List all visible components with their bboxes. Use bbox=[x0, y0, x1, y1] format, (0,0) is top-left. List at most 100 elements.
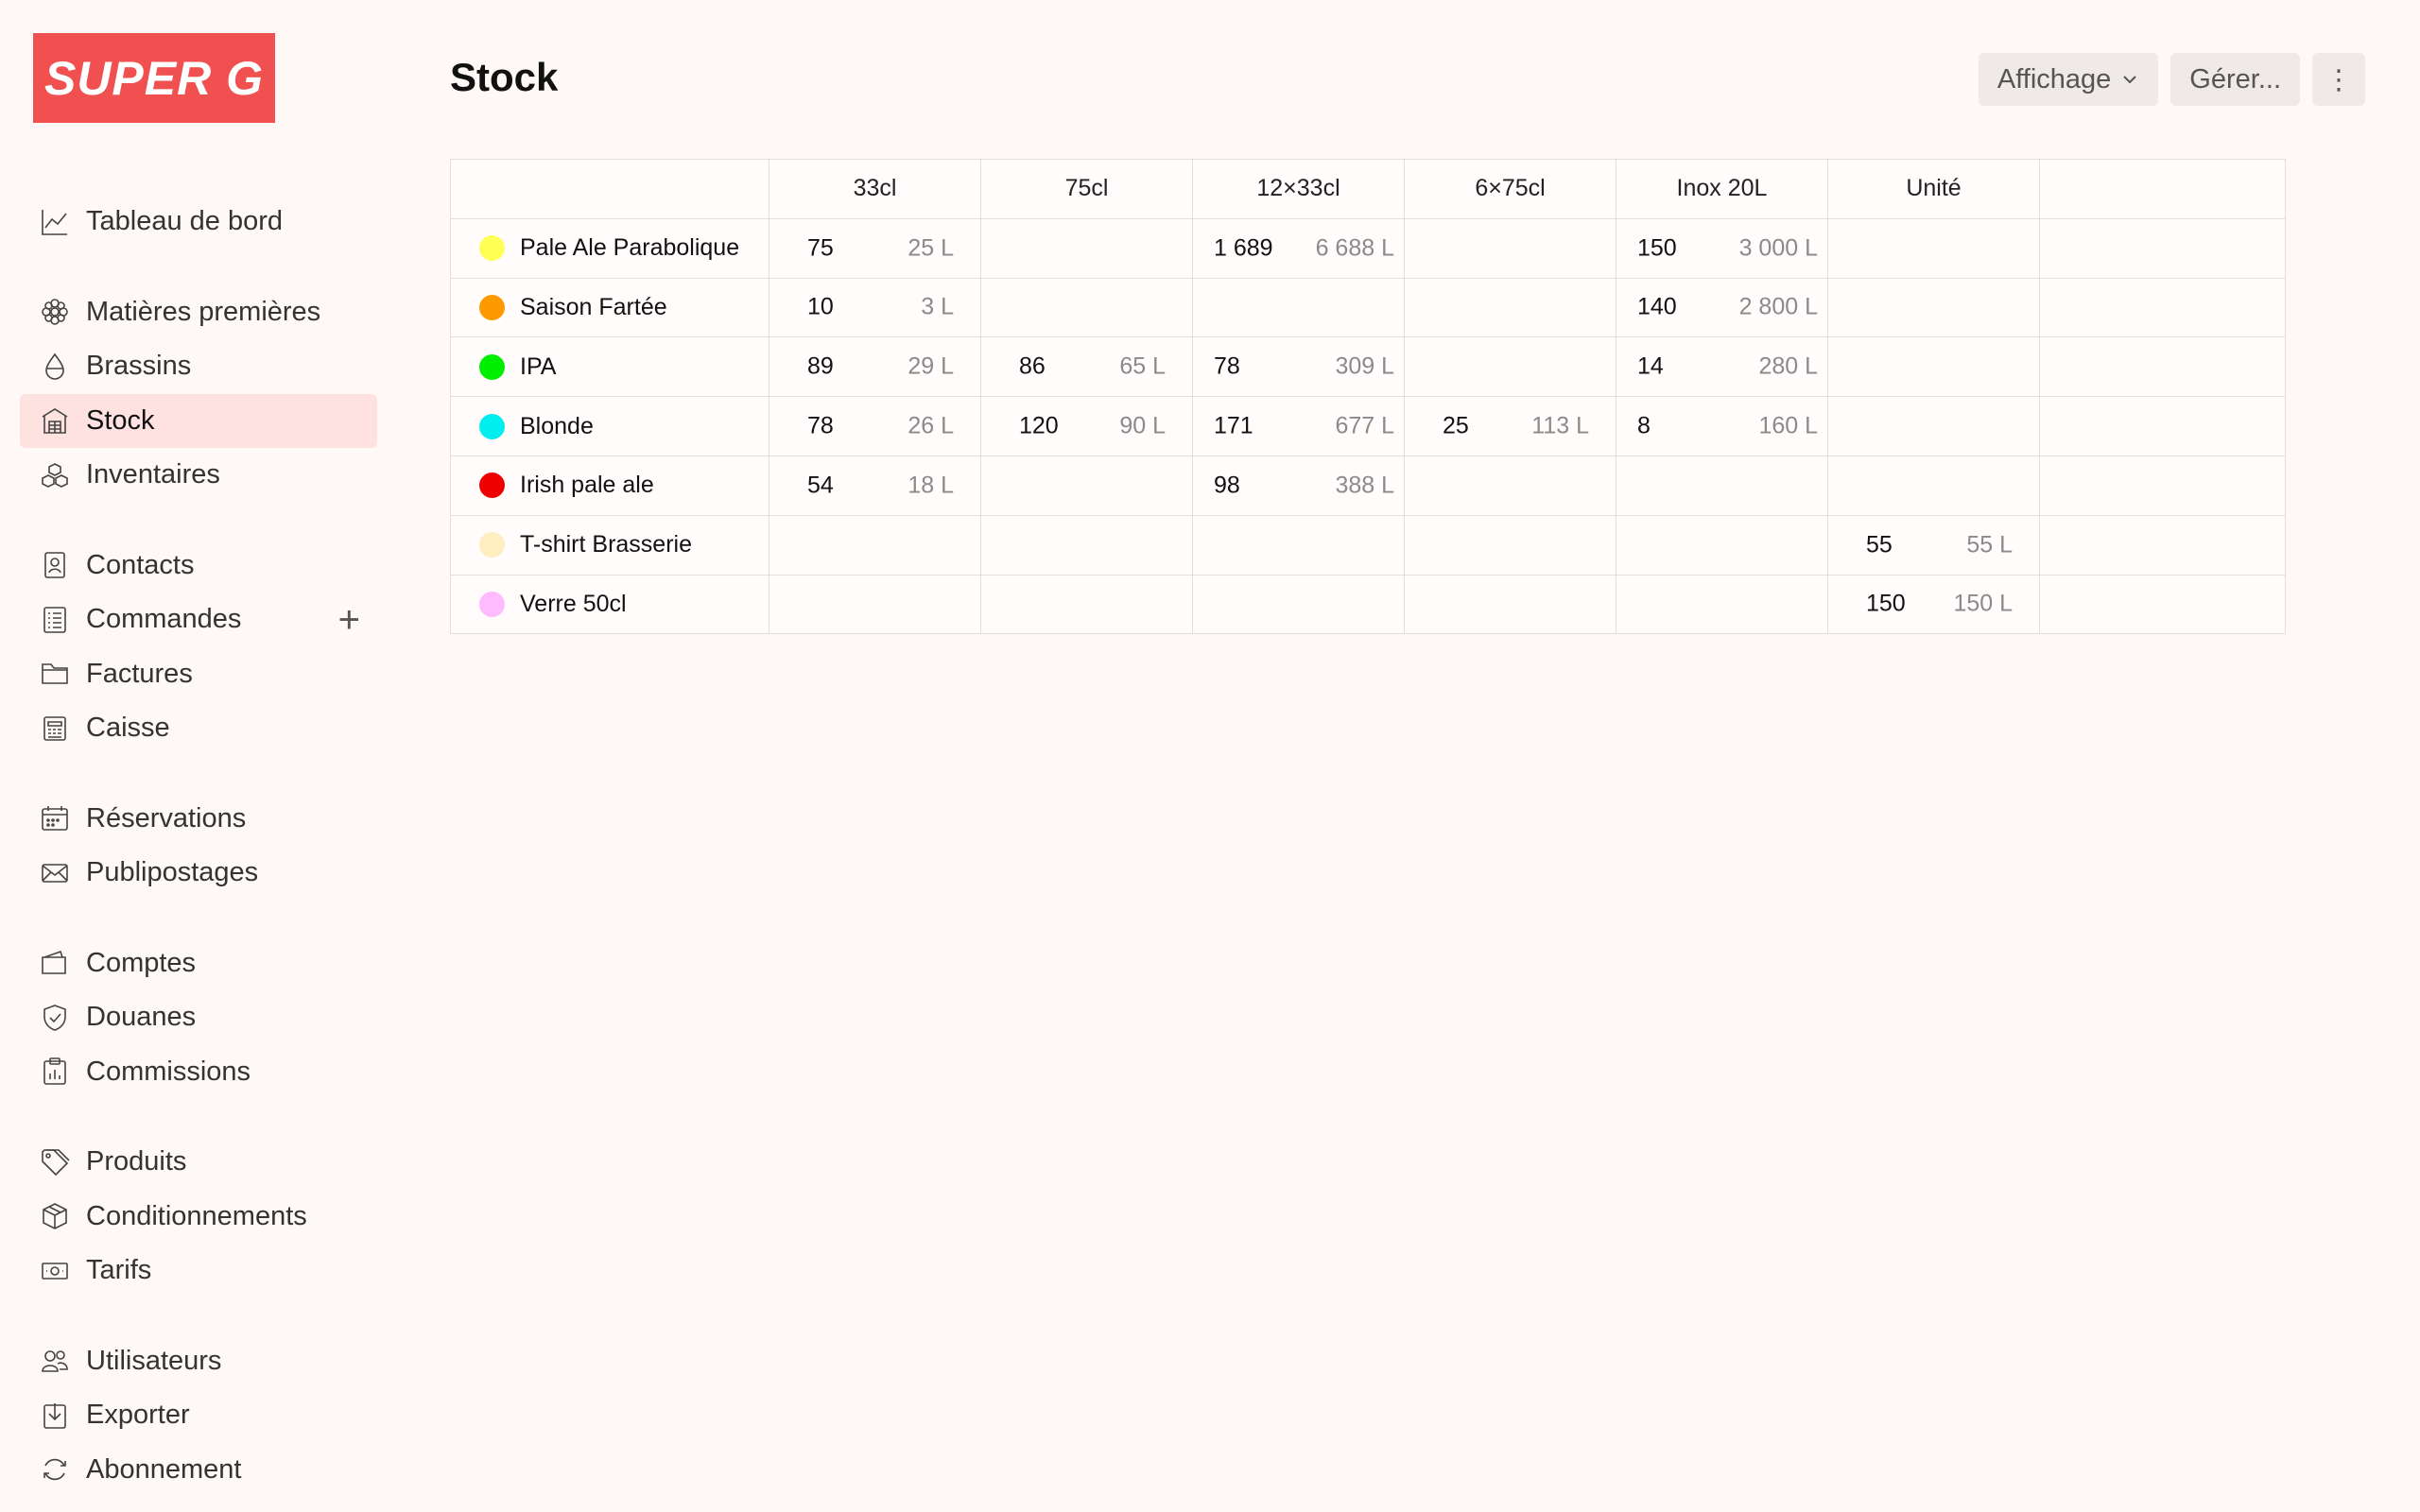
stock-cell[interactable] bbox=[1404, 277, 1616, 338]
product-name-cell[interactable]: T-shirt Brasserie bbox=[450, 514, 769, 576]
stock-cell[interactable] bbox=[1616, 514, 1828, 576]
column-header[interactable]: 12×33cl bbox=[1192, 159, 1405, 219]
brand-logo[interactable]: SUPER G bbox=[33, 33, 275, 123]
stock-cell[interactable] bbox=[1827, 277, 2040, 338]
stock-cell[interactable]: 171 677 L bbox=[1192, 396, 1405, 456]
product-name-cell[interactable]: Blonde bbox=[450, 396, 769, 456]
stock-cell[interactable] bbox=[1192, 574, 1405, 635]
stock-cell[interactable]: 1 689 6 688 L bbox=[1192, 217, 1405, 279]
product-name-cell[interactable]: IPA bbox=[450, 336, 769, 398]
color-dot-icon bbox=[479, 532, 505, 558]
stock-cell[interactable] bbox=[1827, 336, 2040, 398]
product-name-cell[interactable]: Verre 50cl bbox=[450, 574, 769, 635]
sidebar-item-caisse[interactable]: Caisse bbox=[20, 701, 377, 756]
stock-cell[interactable] bbox=[980, 277, 1193, 338]
table-row[interactable]: Saison Fartée 10 3 L 140 2 800 L bbox=[450, 277, 2286, 338]
stock-cell[interactable]: 10 3 L bbox=[769, 277, 981, 338]
stock-volume: 29 L bbox=[908, 352, 954, 380]
column-header[interactable]: Unité bbox=[1827, 159, 2040, 219]
sidebar-item-douanes[interactable]: Douanes bbox=[20, 990, 377, 1045]
stock-cell[interactable]: 78 309 L bbox=[1192, 336, 1405, 398]
stock-cell[interactable]: 150 3 000 L bbox=[1616, 217, 1828, 279]
stock-cell[interactable]: 55 55 L bbox=[1827, 514, 2040, 576]
sidebar-item-label: Contacts bbox=[86, 549, 195, 580]
sidebar-item-tarifs[interactable]: Tarifs bbox=[20, 1244, 377, 1298]
stock-cell[interactable]: 89 29 L bbox=[769, 336, 981, 398]
stock-cell[interactable]: 25 113 L bbox=[1404, 396, 1616, 456]
stock-cell[interactable] bbox=[1404, 514, 1616, 576]
stock-cell[interactable] bbox=[980, 574, 1193, 635]
sidebar-item-comptes[interactable]: Comptes bbox=[20, 936, 377, 991]
stock-cell[interactable] bbox=[1404, 336, 1616, 398]
table-row[interactable]: T-shirt Brasserie 55 55 L bbox=[450, 514, 2286, 576]
table-row[interactable]: Pale Ale Parabolique 75 25 L 1 689 6 688 L 15… bbox=[450, 217, 2286, 279]
sidebar-item-stock[interactable]: Stock bbox=[20, 393, 377, 448]
stock-cell[interactable] bbox=[1616, 574, 1828, 635]
stock-cell[interactable] bbox=[1616, 455, 1828, 516]
sidebar-item-produits[interactable]: Produits bbox=[20, 1135, 377, 1190]
sidebar-item-factures[interactable]: Factures bbox=[20, 647, 377, 702]
product-name: IPA bbox=[520, 352, 557, 380]
calendar-icon bbox=[39, 802, 71, 834]
sidebar-item-exporter[interactable]: Exporter bbox=[20, 1388, 377, 1443]
stock-cell[interactable]: 8 160 L bbox=[1616, 396, 1828, 456]
stock-cell[interactable] bbox=[769, 574, 981, 635]
stock-cell[interactable] bbox=[769, 514, 981, 576]
product-name-cell[interactable]: Pale Ale Parabolique bbox=[450, 217, 769, 279]
stock-cell[interactable]: 78 26 L bbox=[769, 396, 981, 456]
column-header[interactable]: 75cl bbox=[980, 159, 1193, 219]
view-button[interactable]: Affichage bbox=[1978, 53, 2159, 106]
stock-cell[interactable]: 14 280 L bbox=[1616, 336, 1828, 398]
sidebar-item-label: Matières premières bbox=[86, 296, 321, 327]
sidebar-item-inventaires[interactable]: Inventaires bbox=[20, 448, 377, 503]
column-header[interactable]: 6×75cl bbox=[1404, 159, 1616, 219]
stock-cell[interactable] bbox=[980, 217, 1193, 279]
stock-quantity: 89 bbox=[807, 352, 834, 380]
table-row[interactable]: Blonde 78 26 L 120 90 L 171 677 L 25 113 L 8 160 L bbox=[450, 396, 2286, 456]
header-cell-empty bbox=[450, 159, 769, 219]
sidebar-item-commissions[interactable]: Commissions bbox=[20, 1045, 377, 1100]
table-row[interactable]: Verre 50cl 150 150 L bbox=[450, 574, 2286, 635]
sidebar-item-reservations[interactable]: Réservations bbox=[20, 792, 377, 847]
manage-button[interactable]: Gérer... bbox=[2170, 53, 2300, 106]
sidebar-item-abonnement[interactable]: Abonnement bbox=[20, 1443, 377, 1498]
stock-cell[interactable]: 75 25 L bbox=[769, 217, 981, 279]
stock-cell[interactable] bbox=[1192, 277, 1405, 338]
sidebar-item-utilisateurs[interactable]: Utilisateurs bbox=[20, 1334, 377, 1389]
product-name: Verre 50cl bbox=[520, 590, 627, 617]
stock-cell[interactable] bbox=[1827, 217, 2040, 279]
sidebar-item-brassins[interactable]: Brassins bbox=[20, 339, 377, 394]
stock-cell[interactable] bbox=[1192, 514, 1405, 576]
stock-cell[interactable]: 54 18 L bbox=[769, 455, 981, 516]
brand-logo-text: SUPER G bbox=[43, 51, 265, 105]
more-options-button[interactable]: ⋮ bbox=[2312, 53, 2365, 106]
stock-volume: 26 L bbox=[908, 412, 954, 439]
column-header[interactable]: 33cl bbox=[769, 159, 981, 219]
sidebar-item-matieres-premieres[interactable]: Matières premières bbox=[20, 285, 377, 340]
stock-quantity: 14 bbox=[1637, 352, 1664, 380]
stock-cell[interactable]: 150 150 L bbox=[1827, 574, 2040, 635]
sidebar-item-contacts[interactable]: Contacts bbox=[20, 539, 377, 593]
sidebar-item-tableau-de-bord[interactable]: Tableau de bord bbox=[20, 195, 377, 249]
sidebar-item-publipostages[interactable]: Publipostages bbox=[20, 846, 377, 901]
table-row[interactable]: IPA 89 29 L 86 65 L 78 309 L 14 280 L bbox=[450, 336, 2286, 398]
stock-cell[interactable]: 140 2 800 L bbox=[1616, 277, 1828, 338]
stock-cell[interactable] bbox=[1404, 574, 1616, 635]
sidebar-item-commandes[interactable]: Commandes + bbox=[20, 593, 377, 647]
table-row[interactable]: Irish pale ale 54 18 L 98 388 L bbox=[450, 455, 2286, 516]
sidebar-item-label: Inventaires bbox=[86, 459, 220, 490]
stock-cell[interactable]: 86 65 L bbox=[980, 336, 1193, 398]
stock-cell[interactable] bbox=[1827, 455, 2040, 516]
column-header[interactable]: Inox 20L bbox=[1616, 159, 1828, 219]
stock-cell[interactable] bbox=[1827, 396, 2040, 456]
stock-cell[interactable] bbox=[1404, 217, 1616, 279]
sidebar-item-conditionnements[interactable]: Conditionnements bbox=[20, 1190, 377, 1245]
stock-cell[interactable]: 120 90 L bbox=[980, 396, 1193, 456]
stock-cell[interactable] bbox=[980, 514, 1193, 576]
stock-cell[interactable] bbox=[1404, 455, 1616, 516]
product-name-cell[interactable]: Saison Fartée bbox=[450, 277, 769, 338]
product-name-cell[interactable]: Irish pale ale bbox=[450, 455, 769, 516]
add-order-button[interactable]: + bbox=[338, 601, 360, 639]
stock-cell[interactable] bbox=[980, 455, 1193, 516]
stock-cell[interactable]: 98 388 L bbox=[1192, 455, 1405, 516]
